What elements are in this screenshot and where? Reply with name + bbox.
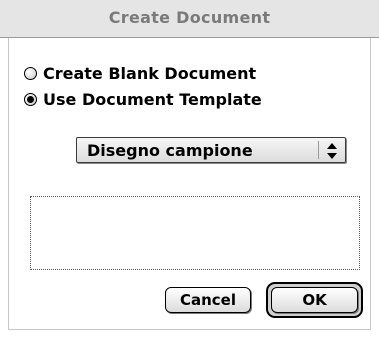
ok-button[interactable]: OK [271, 287, 358, 313]
popup-divider [318, 141, 319, 159]
create-blank-document-option[interactable]: Create Blank Document [24, 63, 256, 83]
template-popup-value: Disegno campione [87, 141, 253, 160]
template-description-box [30, 196, 360, 270]
up-down-arrows-icon [327, 143, 337, 159]
create-blank-document-label[interactable]: Create Blank Document [43, 64, 256, 83]
title-bar[interactable]: Create Document [0, 0, 379, 38]
cancel-button[interactable]: Cancel [165, 287, 251, 313]
radio-button-unchecked[interactable] [24, 66, 37, 80]
radio-button-checked[interactable] [24, 92, 37, 106]
use-document-template-label[interactable]: Use Document Template [43, 90, 262, 109]
template-popup-menu[interactable]: Disegno campione [76, 137, 346, 163]
create-document-dialog: Create Document Create Blank Document Us… [0, 0, 379, 338]
dialog-title: Create Document [108, 8, 271, 27]
use-document-template-option[interactable]: Use Document Template [24, 89, 262, 109]
